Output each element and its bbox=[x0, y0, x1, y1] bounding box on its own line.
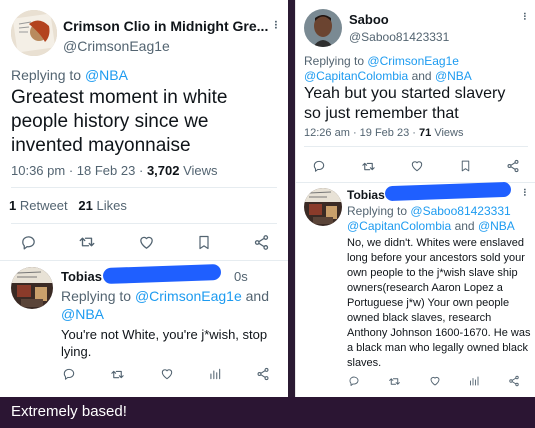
share-icon[interactable] bbox=[256, 367, 270, 381]
mention-link[interactable]: @CrimsonEag1e bbox=[367, 54, 459, 68]
and-label: and bbox=[411, 69, 432, 83]
views-count: 71 bbox=[419, 127, 432, 139]
mention-link[interactable]: @NBA bbox=[61, 306, 104, 322]
bookmark-icon[interactable] bbox=[459, 159, 472, 173]
more-options-icon[interactable]: ··· bbox=[269, 20, 283, 29]
separator: · bbox=[68, 163, 74, 178]
author-handle[interactable]: @CrimsonEag1e bbox=[63, 38, 170, 54]
mention-link[interactable]: @CapitanColombia bbox=[347, 219, 451, 233]
reply-author-name[interactable]: Tobias bbox=[61, 269, 102, 284]
views-label: Views bbox=[183, 163, 218, 178]
reply-text: No, we didn't. Whites were enslaved long… bbox=[347, 237, 531, 369]
like-icon[interactable] bbox=[410, 159, 424, 173]
reply-icon[interactable] bbox=[312, 159, 326, 173]
replying-to: Replying to @CrimsonEag1e @CapitanColomb… bbox=[304, 54, 532, 84]
tweet-date[interactable]: 18 Feb 23 bbox=[77, 163, 136, 178]
separator: · bbox=[138, 163, 144, 178]
caption-text: Extremely based! bbox=[11, 403, 127, 420]
redaction-scribble bbox=[384, 181, 512, 202]
redaction-scribble bbox=[102, 263, 222, 285]
reply-actions bbox=[62, 366, 270, 382]
like-icon[interactable] bbox=[160, 367, 174, 381]
separator: · bbox=[412, 127, 416, 139]
saboo-avatar[interactable] bbox=[304, 9, 342, 47]
caption-bar: Extremely based! bbox=[0, 397, 535, 428]
divider bbox=[0, 260, 288, 261]
reply-icon[interactable] bbox=[348, 375, 360, 387]
replying-to-label: Replying to bbox=[304, 54, 365, 68]
reply-replying-to: Replying to @Saboo81423331 @CapitanColom… bbox=[347, 204, 532, 234]
views-count: 3,702 bbox=[146, 163, 180, 178]
more-options-icon[interactable]: ··· bbox=[518, 188, 530, 196]
mention-link[interactable]: @NBA bbox=[85, 67, 128, 83]
mention-link[interactable]: @NBA bbox=[435, 69, 472, 83]
reply-icon[interactable] bbox=[20, 234, 37, 251]
and-label: and bbox=[454, 219, 475, 233]
main-tweet-actions bbox=[20, 232, 270, 252]
mention-link[interactable]: @Saboo81423331 bbox=[410, 204, 510, 218]
retweet-icon[interactable] bbox=[78, 233, 96, 251]
reply-actions bbox=[348, 374, 520, 388]
replying-to-label: Replying to bbox=[61, 288, 132, 304]
likes-label[interactable]: Likes bbox=[97, 198, 127, 213]
divider bbox=[11, 223, 277, 224]
views-icon[interactable] bbox=[208, 367, 222, 381]
tweet-time[interactable]: 10:36 pm bbox=[11, 163, 65, 178]
crimson-avatar[interactable] bbox=[11, 10, 57, 56]
separator: · bbox=[352, 127, 357, 139]
views-icon[interactable] bbox=[468, 375, 480, 387]
tobias-avatar[interactable] bbox=[304, 188, 342, 226]
author-name[interactable]: Crimson Clio in Midnight Gre... bbox=[63, 18, 268, 34]
replying-to-label: Replying to bbox=[11, 67, 82, 83]
bookmark-icon[interactable] bbox=[196, 234, 212, 251]
reply-author-name[interactable]: Tobias bbox=[347, 188, 385, 202]
tweet-time[interactable]: 12:26 am bbox=[304, 127, 350, 139]
panel-gap bbox=[288, 0, 295, 397]
more-options-icon[interactable]: ··· bbox=[518, 12, 530, 20]
author-handle[interactable]: @Saboo81423331 bbox=[349, 30, 449, 44]
retweets-label[interactable]: Retweet bbox=[20, 198, 68, 213]
tweet-text: Greatest moment in white people history … bbox=[11, 87, 228, 156]
likes-count[interactable]: 21 bbox=[78, 198, 92, 213]
tweet-meta: 12:26 am · 19 Feb 23 · 71 Views bbox=[304, 127, 463, 139]
engagement-stats: 1 Retweet 21 Likes bbox=[9, 198, 127, 213]
tobias-avatar[interactable] bbox=[11, 267, 53, 309]
mention-link[interactable]: @CapitanColombia bbox=[304, 69, 408, 83]
share-icon[interactable] bbox=[506, 159, 520, 173]
views-label: Views bbox=[434, 127, 464, 139]
share-icon[interactable] bbox=[253, 234, 270, 251]
mention-link[interactable]: @NBA bbox=[478, 219, 515, 233]
retweet-icon[interactable] bbox=[110, 367, 125, 382]
like-icon[interactable] bbox=[138, 234, 155, 251]
right-tweet-screenshot: Saboo @Saboo81423331 ··· Replying to @Cr… bbox=[295, 0, 535, 397]
share-icon[interactable] bbox=[508, 375, 520, 387]
reply-text: You're not White, you're j*wish, stop ly… bbox=[61, 327, 268, 359]
replying-to: Replying to @NBA bbox=[11, 67, 128, 83]
tweet-text: Yeah but you started slavery so just rem… bbox=[304, 85, 506, 122]
retweet-icon[interactable] bbox=[361, 159, 376, 174]
reply-icon[interactable] bbox=[62, 367, 76, 381]
retweets-count[interactable]: 1 bbox=[9, 198, 16, 213]
author-name[interactable]: Saboo bbox=[349, 12, 389, 27]
retweet-icon[interactable] bbox=[388, 375, 401, 388]
and-label: and bbox=[245, 288, 269, 304]
mention-link[interactable]: @CrimsonEag1e bbox=[135, 288, 242, 304]
main-tweet-actions bbox=[312, 158, 520, 174]
reply-replying-to: Replying to @CrimsonEag1e and @NBA bbox=[61, 287, 283, 323]
divider bbox=[304, 146, 528, 147]
tweet-date[interactable]: 19 Feb 23 bbox=[360, 127, 410, 139]
divider bbox=[11, 187, 277, 188]
tweet-meta: 10:36 pm · 18 Feb 23 · 3,702 Views bbox=[11, 163, 218, 178]
left-tweet-screenshot: Crimson Clio in Midnight Gre... @Crimson… bbox=[0, 0, 288, 397]
like-icon[interactable] bbox=[429, 375, 441, 387]
replying-to-label: Replying to bbox=[347, 204, 408, 218]
reply-age: 0s bbox=[234, 269, 248, 284]
